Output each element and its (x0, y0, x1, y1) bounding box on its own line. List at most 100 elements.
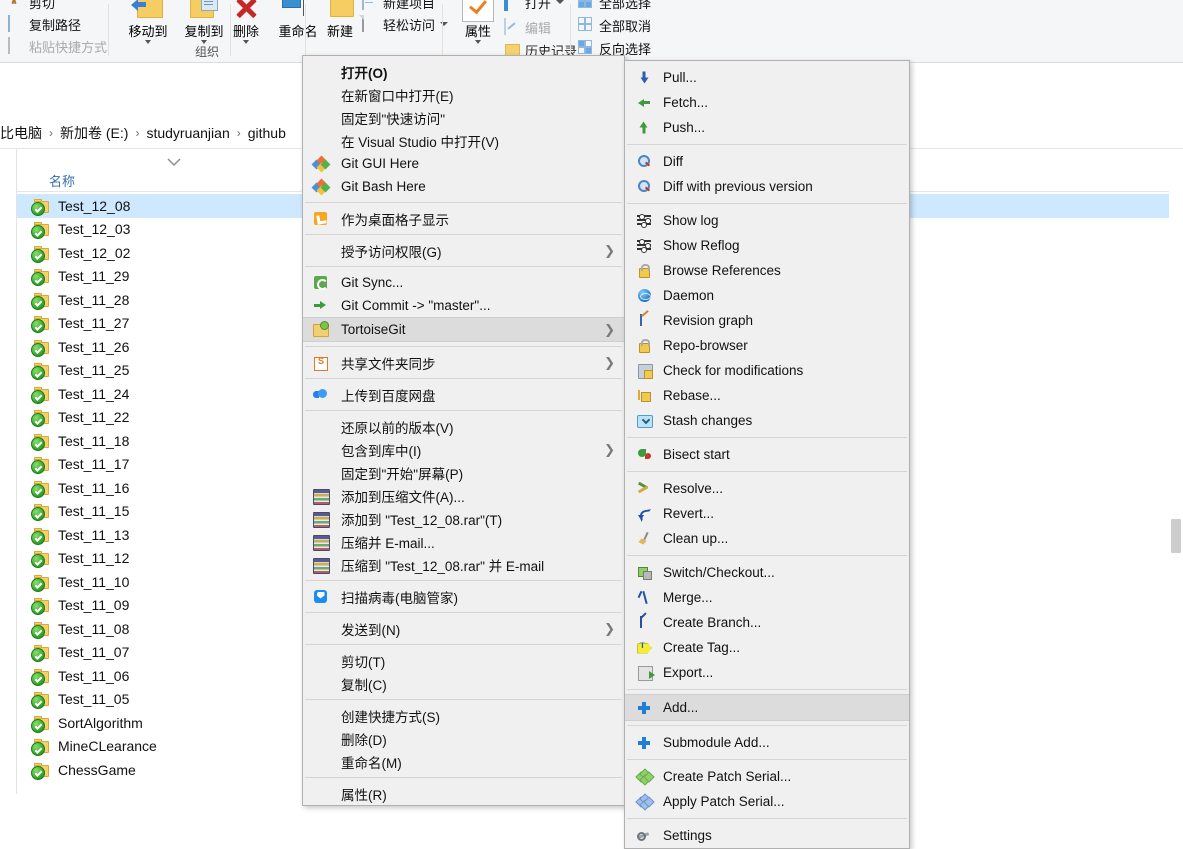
context-menu-item[interactable]: 作为桌面格子显示 (303, 207, 624, 230)
context-menu-item[interactable]: 在 Visual Studio 中打开(V) (303, 129, 624, 152)
folder-git-ok-icon (31, 245, 49, 263)
tortoisegit-submenu-item[interactable]: Merge... (625, 585, 909, 610)
context-menu-item-label: 共享文件夹同步 (341, 356, 436, 372)
scrollbar-thumb[interactable] (1171, 519, 1181, 553)
tortoisegit-submenu-item[interactable]: Export... (625, 660, 909, 685)
context-menu-item[interactable]: 压缩并 E-mail... (303, 530, 624, 553)
ribbon-easy-access-button[interactable]: 轻松访问 (362, 14, 449, 34)
tortoisegit-submenu-item-label: Resolve... (663, 481, 724, 496)
menu-separator (305, 266, 622, 267)
show-log-icon (635, 238, 653, 254)
tortoisegit-submenu-item[interactable]: Apply Patch Serial... (625, 789, 909, 814)
column-header-name[interactable]: 名称 (49, 171, 75, 190)
tortoisegit-submenu-item[interactable]: Create Branch... (625, 610, 909, 635)
context-menu-item[interactable]: 在新窗口中打开(E) (303, 83, 624, 106)
new-folder-icon (324, 0, 356, 24)
context-menu-item[interactable]: 创建快捷方式(S) (303, 704, 624, 727)
context-menu-item[interactable]: 发送到(N) ❯ (303, 617, 624, 640)
context-menu-item[interactable]: Git Commit -> "master"... (303, 294, 624, 317)
tortoisegit-submenu-item-label: Apply Patch Serial... (663, 794, 785, 809)
context-menu-item[interactable]: Git Sync... (303, 271, 624, 294)
ribbon-delete-button[interactable]: 删除 (216, 0, 276, 44)
ribbon-select-all-button[interactable]: 全部选择 (578, 0, 651, 12)
no-icon-placeholder (311, 87, 331, 103)
context-menu-item[interactable]: 授予访问权限(G) ❯ (303, 239, 624, 262)
tortoisegit-submenu-item[interactable]: Push... (625, 115, 909, 140)
context-menu-item[interactable]: 上传到百度网盘 (303, 383, 624, 406)
tortoisegit-submenu-item[interactable]: Clean up... (625, 526, 909, 551)
tortoisegit-submenu-item[interactable]: Add... (625, 694, 909, 721)
breadcrumb-item[interactable]: github (248, 125, 286, 141)
file-name-label: Test_11_24 (58, 385, 130, 402)
context-menu-item[interactable]: 重命名(M) (303, 750, 624, 773)
context-menu-item[interactable]: 包含到库中(I) ❯ (303, 438, 624, 461)
context-menu-item[interactable]: Git Bash Here (303, 175, 624, 198)
context-menu-item-label: 创建快捷方式(S) (341, 709, 440, 725)
context-menu[interactable]: 打开(O) 在新窗口中打开(E) 固定到"快速访问" 在 Visual Studio … (302, 55, 625, 806)
ribbon-open-button[interactable]: 打开 (504, 0, 565, 12)
tortoisegit-submenu[interactable]: Pull... Fetch... Push... Diff Diff with prev… (624, 60, 910, 849)
file-name-label: Test_11_25 (58, 362, 130, 379)
tortoisegit-submenu-item[interactable]: Stash changes (625, 408, 909, 433)
tortoisegit-submenu-item[interactable]: Settings (625, 823, 909, 848)
antivirus-shield-icon (311, 589, 331, 605)
chevron-down-icon[interactable] (475, 40, 481, 44)
no-icon-placeholder (311, 708, 331, 724)
tortoisegit-submenu-item[interactable]: Create Patch Serial... (625, 764, 909, 789)
tortoisegit-submenu-item[interactable]: Resolve... (625, 476, 909, 501)
menu-separator (305, 202, 622, 203)
breadcrumb-item[interactable]: studyruanjian (146, 125, 229, 141)
context-menu-item[interactable]: 共享文件夹同步 ❯ (303, 351, 624, 374)
menu-separator (627, 555, 907, 556)
context-menu-item[interactable]: 固定到"开始"屏幕(P) (303, 461, 624, 484)
context-menu-item[interactable]: 删除(D) (303, 727, 624, 750)
ribbon-paste-shortcut-button[interactable]: 粘贴快捷方式 (8, 36, 107, 56)
chevron-down-icon[interactable] (167, 157, 181, 167)
tortoisegit-submenu-item[interactable]: Diff (625, 149, 909, 174)
tortoisegit-submenu-item[interactable]: Show Reflog (625, 233, 909, 258)
context-menu-item[interactable]: 剪切(T) (303, 649, 624, 672)
tortoisegit-submenu-item[interactable]: Show log (625, 208, 909, 233)
tortoisegit-submenu-item[interactable]: Revert... (625, 501, 909, 526)
context-menu-item[interactable]: TortoiseGit ❯ (303, 317, 624, 342)
context-menu-item[interactable]: 固定到"快速访问" (303, 106, 624, 129)
tortoisegit-submenu-item[interactable]: Submodule Add... (625, 730, 909, 755)
file-name-label: Test_11_26 (58, 338, 130, 355)
bisect-icon (635, 447, 653, 463)
menu-separator (305, 644, 622, 645)
context-menu-item[interactable]: 还原以前的版本(V) (303, 415, 624, 438)
context-menu-item[interactable]: 复制(C) (303, 672, 624, 695)
tortoisegit-submenu-item[interactable]: Browse References (625, 258, 909, 283)
tortoisegit-submenu-item[interactable]: Fetch... (625, 90, 909, 115)
ribbon-new-item-button[interactable]: 新建项目 (362, 0, 435, 12)
context-menu-item-label: 删除(D) (341, 732, 387, 748)
tortoisegit-submenu-item[interactable]: Switch/Checkout... (625, 560, 909, 585)
tortoisegit-submenu-item[interactable]: Pull... (625, 65, 909, 90)
ribbon-move-to-button[interactable]: 移动到 (118, 0, 178, 44)
breadcrumb-item[interactable]: 新加卷 (E:) (60, 123, 128, 143)
tortoisegit-submenu-item[interactable]: Bisect start (625, 442, 909, 467)
context-menu-item[interactable]: 压缩到 "Test_12_08.rar" 并 E-mail (303, 553, 624, 576)
context-menu-item[interactable]: 扫描病毒(电脑管家) (303, 585, 624, 608)
breadcrumb[interactable]: 比电脑 › 新加卷 (E:) › studyruanjian › github (0, 123, 286, 143)
tortoisegit-submenu-item[interactable]: Repo-browser (625, 333, 909, 358)
ribbon-cut-button[interactable]: 剪切 (8, 0, 55, 12)
context-menu-item[interactable]: 打开(O) (303, 60, 624, 83)
tortoisegit-submenu-item[interactable]: Create Tag... (625, 635, 909, 660)
tortoisegit-submenu-item[interactable]: Check for modifications (625, 358, 909, 383)
tortoisegit-submenu-item[interactable]: Revision graph (625, 308, 909, 333)
ribbon-edit-button[interactable]: 编辑 (504, 17, 551, 37)
context-menu-item[interactable]: 属性(R) (303, 782, 624, 805)
ribbon-copy-path-button[interactable]: 复制路径 (8, 14, 81, 34)
context-menu-item[interactable]: 添加到压缩文件(A)... (303, 484, 624, 507)
ribbon-properties-button[interactable]: 属性 (448, 0, 508, 44)
tortoisegit-submenu-item[interactable]: Diff with previous version (625, 174, 909, 199)
tortoisegit-submenu-item[interactable]: Daemon (625, 283, 909, 308)
context-menu-item[interactable]: 添加到 "Test_12_08.rar"(T) (303, 507, 624, 530)
ribbon-select-none-button[interactable]: 全部取消 (578, 15, 651, 35)
context-menu-item[interactable]: Git GUI Here (303, 152, 624, 175)
tortoisegit-submenu-item[interactable]: Rebase... (625, 383, 909, 408)
file-list-scrollbar[interactable] (1169, 149, 1183, 794)
chevron-down-icon[interactable] (556, 0, 565, 4)
breadcrumb-item[interactable]: 比电脑 (0, 123, 42, 143)
